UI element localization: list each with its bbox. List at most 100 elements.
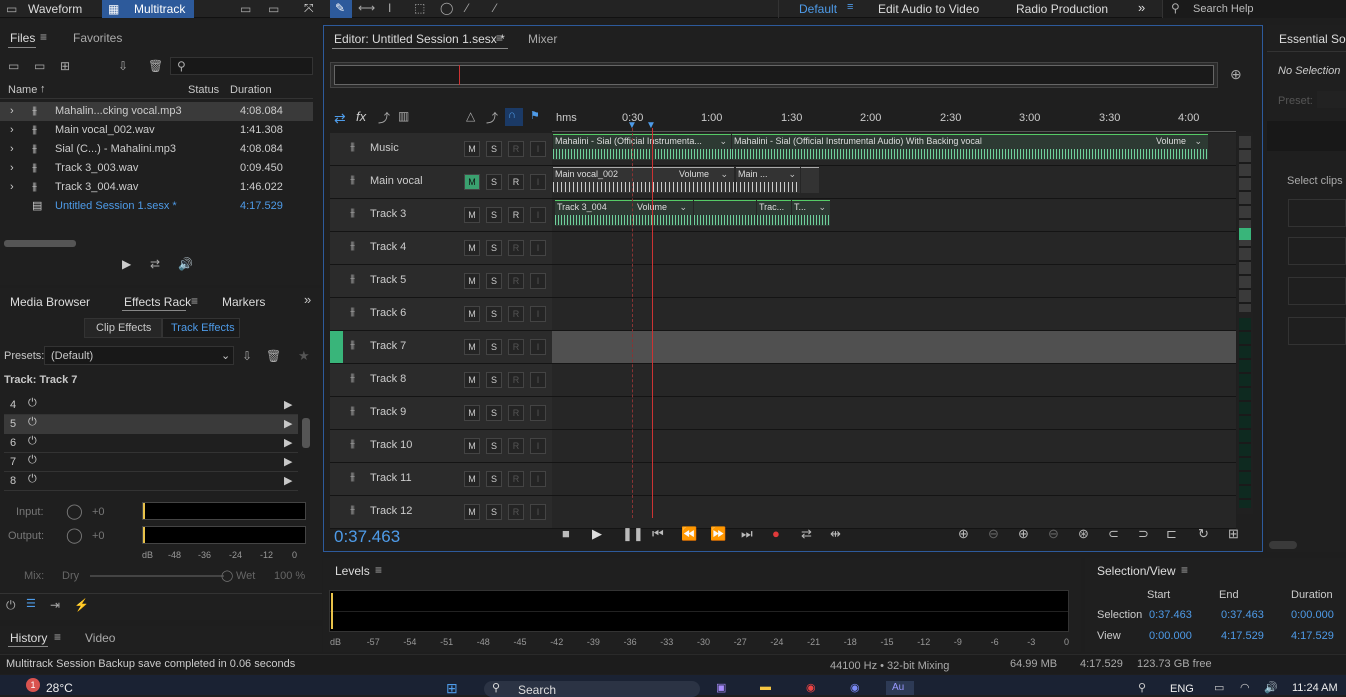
track-color-bar[interactable] (330, 298, 343, 330)
power-icon[interactable]: ⏻ (28, 473, 37, 486)
track-lane[interactable] (552, 265, 1236, 297)
solo-button[interactable]: S (486, 273, 502, 289)
power-icon[interactable]: ⏻ (28, 416, 37, 429)
editor-tab[interactable]: Editor: Untitled Session 1.sesx * (334, 32, 505, 46)
import-icon[interactable]: ▭ (34, 59, 45, 73)
chevron-down-icon[interactable]: ⌄ (1194, 136, 1202, 147)
menu-icon[interactable]: ≡ (375, 563, 382, 577)
mute-button[interactable]: M (464, 207, 480, 223)
track-name[interactable]: Music (370, 142, 399, 154)
solo-button[interactable]: S (486, 174, 502, 190)
zoom-selection-icon[interactable]: ⊏ (1166, 526, 1177, 542)
rewind-icon[interactable]: ⏪ (681, 526, 697, 542)
track-color-bar[interactable] (330, 430, 343, 462)
input-monitor-button[interactable]: I (530, 372, 546, 388)
power-icon[interactable]: ⏻ (28, 397, 37, 410)
skip-end-icon[interactable]: ⏭ (741, 526, 753, 542)
marker-icon[interactable]: ⚑ (530, 109, 540, 122)
solo-button[interactable]: S (486, 471, 502, 487)
track-row[interactable]: ⫵ Track 9 MSRI (330, 397, 1236, 430)
clip-track3-2[interactable]: Trac... (757, 200, 791, 226)
chevron-right-icon[interactable]: › (10, 159, 14, 178)
zoom-reset-icon[interactable]: ↻ (1198, 526, 1209, 542)
volume-icon[interactable]: 🔊 (1264, 681, 1278, 694)
zoom-nav-icon[interactable]: ⊕ (1230, 66, 1242, 83)
overview-bar[interactable] (330, 62, 1218, 88)
track-name[interactable]: Track 7 (370, 340, 406, 352)
clip-vocal-3[interactable] (801, 167, 819, 193)
track-color-bar[interactable] (330, 496, 343, 528)
clip-track3-3[interactable]: T... ⌄ (792, 200, 830, 226)
file-row[interactable]: › ⫵ Sial (C...) - Mahalini.mp3 4:08.084 (0, 140, 313, 159)
workspace-edit-video[interactable]: Edit Audio to Video (878, 2, 979, 16)
col-name[interactable]: Name (8, 84, 37, 96)
metronome-icon[interactable]: △ (466, 109, 475, 123)
track-lane[interactable] (552, 430, 1236, 462)
chevron-down-icon[interactable]: ⌄ (719, 136, 727, 147)
loop-icon[interactable]: ⇄ (150, 257, 160, 271)
essential-scrollbar[interactable] (1269, 541, 1297, 549)
chevron-right-icon[interactable]: › (10, 140, 14, 159)
file-row[interactable]: ▤ Untitled Session 1.sesx * 4:17.529 (0, 197, 313, 216)
new-file-icon[interactable]: ⊞ (60, 59, 70, 73)
skip-start-icon[interactable]: ⏮ (652, 526, 664, 542)
track-row[interactable]: ⫵ Track 5 MSRI (330, 265, 1236, 298)
razor-tool-button[interactable]: ✎ (330, 0, 352, 18)
more-workspaces-icon[interactable]: » (1138, 0, 1145, 15)
track-name[interactable]: Track 5 (370, 274, 406, 286)
record-arm-button[interactable]: R (508, 438, 524, 454)
effect-slot[interactable]: 6 ⏻ ▶ (4, 434, 298, 453)
input-monitor-button[interactable]: I (530, 339, 546, 355)
clip-vocal-1[interactable]: Main vocal_002 Volume ⌄ (553, 167, 734, 193)
lasso-icon[interactable]: ◯ (440, 1, 453, 15)
workspace-radio[interactable]: Radio Production (1016, 2, 1108, 16)
effect-slot[interactable]: 8 ⏻ ▶ (4, 472, 298, 491)
clip-type-button[interactable] (1288, 199, 1346, 227)
scroll-thumb[interactable] (1239, 228, 1251, 240)
chevron-right-icon[interactable]: › (10, 121, 14, 140)
track-lane[interactable] (552, 463, 1236, 495)
solo-button[interactable]: S (486, 306, 502, 322)
mute-button[interactable]: M (464, 339, 480, 355)
file-row[interactable]: › ⫵ Main vocal_002.wav 1:41.308 (0, 121, 313, 140)
track-row[interactable]: ⫵ Track 12 M S R I (330, 496, 1236, 529)
tab-history[interactable]: History (10, 631, 47, 645)
slot-arrow-icon[interactable]: ▶ (284, 474, 292, 487)
pitch-icon[interactable]: ▭ (268, 2, 279, 16)
track-lane[interactable] (552, 331, 1236, 363)
slot-arrow-icon[interactable]: ▶ (284, 398, 292, 411)
zoom-in-time-icon[interactable]: ⊕ (1018, 526, 1029, 542)
skip-selection-icon[interactable]: ⇹ (830, 526, 841, 542)
solo-button[interactable]: S (486, 405, 502, 421)
fast-forward-icon[interactable]: ⏩ (710, 526, 726, 542)
wifi-icon[interactable]: ◠ (1240, 681, 1250, 694)
effect-slot[interactable]: 5 ⏻ ▶ (4, 415, 298, 434)
clock[interactable]: 11:24 AM (1292, 682, 1338, 694)
time-select-icon[interactable]: I (388, 1, 391, 15)
record-icon[interactable]: ● (772, 526, 780, 541)
slot-arrow-icon[interactable]: ▶ (284, 417, 292, 430)
track-effects-tab[interactable]: Track Effects (162, 318, 240, 338)
track-row[interactable]: ⫵ Track 6 MSRI (330, 298, 1236, 331)
teams-icon[interactable]: ▣ (716, 681, 726, 694)
send-icon[interactable]: ⤴ (378, 109, 390, 126)
clip-type-button[interactable] (1288, 317, 1346, 345)
track-lane[interactable] (552, 496, 1236, 528)
current-time[interactable]: 0:37.463 (334, 527, 400, 547)
zoom-fit-icon[interactable]: ⊞ (1228, 526, 1239, 542)
mute-button[interactable]: M (464, 405, 480, 421)
file-row[interactable]: › ⫵ Mahalin...cking vocal.mp3 4:08.084 (0, 102, 313, 121)
record-arm-button[interactable]: R (508, 240, 524, 256)
track-row[interactable]: ⫵ Track 4 MSRI (330, 232, 1236, 265)
brush-icon[interactable]: ⁄ (466, 1, 468, 15)
play-icon[interactable]: ▶ (592, 526, 602, 542)
input-monitor-button[interactable]: I (530, 240, 546, 256)
chevron-right-icon[interactable]: › (10, 178, 14, 197)
chevron-right-icon[interactable]: › (10, 102, 14, 121)
play-icon[interactable]: ▶ (122, 257, 131, 271)
record-arm-button[interactable]: R (508, 504, 524, 520)
open-folder-icon[interactable]: ▭ (8, 59, 19, 73)
selection-start[interactable]: 0:37.463 (1149, 609, 1192, 621)
pause-icon[interactable]: ❚❚ (622, 526, 644, 542)
chevron-down-icon[interactable]: ⌄ (818, 202, 826, 213)
